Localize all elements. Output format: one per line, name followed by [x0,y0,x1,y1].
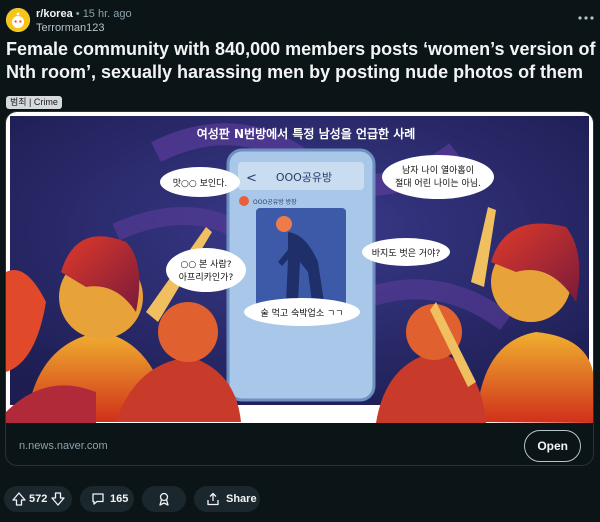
comments-button[interactable]: 165 [80,486,134,512]
svg-text:절대 어린 나이는 아님.: 절대 어린 나이는 아님. [395,177,481,189]
speech-bubble-3: 술 먹고 숙박업소 ㄱㄱ [244,298,360,326]
meta-separator: • [75,8,80,20]
back-chevron-icon: < [246,171,257,186]
comment-count: 165 [110,493,129,505]
vote-count: 572 [29,493,48,505]
link-preview-card[interactable]: 여성판 N번방에서 특정 남성을 언급한 사례 < OOO공유방 OOO공유방 … [5,111,594,466]
subreddit-link[interactable]: r/korea [36,8,73,20]
subreddit-avatar-icon[interactable] [6,8,30,32]
svg-text:바지도 벗은 거야?: 바지도 벗은 거야? [372,248,441,259]
article-thumbnail[interactable]: 여성판 N번방에서 특정 남성을 언급한 사례 < OOO공유방 OOO공유방 … [6,112,593,423]
vote-pill: 572 [4,486,72,512]
speech-bubble-5: 바지도 벗은 거야? [362,238,450,266]
more-options-icon[interactable] [576,8,596,28]
svg-text:맛○○ 보인다.: 맛○○ 보인다. [173,178,228,189]
share-label: Share [226,493,257,505]
post-header: r/korea • 15 hr. ago Terrorman123 [6,6,596,36]
share-button[interactable]: Share [194,486,260,512]
open-link-button[interactable]: Open [524,430,581,462]
speech-bubble-4: 남자 나이 열아홉이 절대 어린 나이는 아님. [382,155,494,199]
upvote-icon[interactable] [12,492,26,506]
post-meta: r/korea • 15 hr. ago Terrorman123 [36,8,132,35]
phone-chat-sub: OOO공유방 방장 [253,198,297,206]
share-icon [207,492,219,506]
svg-text:술 먹고 숙박업소 ㄱㄱ: 술 먹고 숙박업소 ㄱㄱ [260,308,343,319]
speech-bubble-2: ○○ 본 사람? 아프리카인가? [166,248,246,292]
award-button[interactable] [142,486,186,512]
post-title[interactable]: Female community with 840,000 members po… [6,38,596,84]
downvote-icon[interactable] [51,492,65,506]
svg-text:아프리카인가?: 아프리카인가? [179,272,234,283]
author-link[interactable]: Terrorman123 [36,22,132,35]
phone-chat-title: OOO공유방 [276,171,332,184]
speech-bubble-1: 맛○○ 보인다. [160,167,240,197]
post-time: 15 hr. ago [82,8,132,20]
award-icon [159,492,169,506]
post-flair[interactable]: 범죄 | Crime [6,96,62,109]
svg-text:남자 나이 열아홉이: 남자 나이 열아홉이 [402,164,474,176]
comment-icon [92,493,104,505]
link-domain[interactable]: n.news.naver.com [19,440,108,452]
illustration-heading: 여성판 N번방에서 특정 남성을 언급한 사례 [197,126,416,141]
svg-text:○○ 본 사람?: ○○ 본 사람? [180,258,231,270]
